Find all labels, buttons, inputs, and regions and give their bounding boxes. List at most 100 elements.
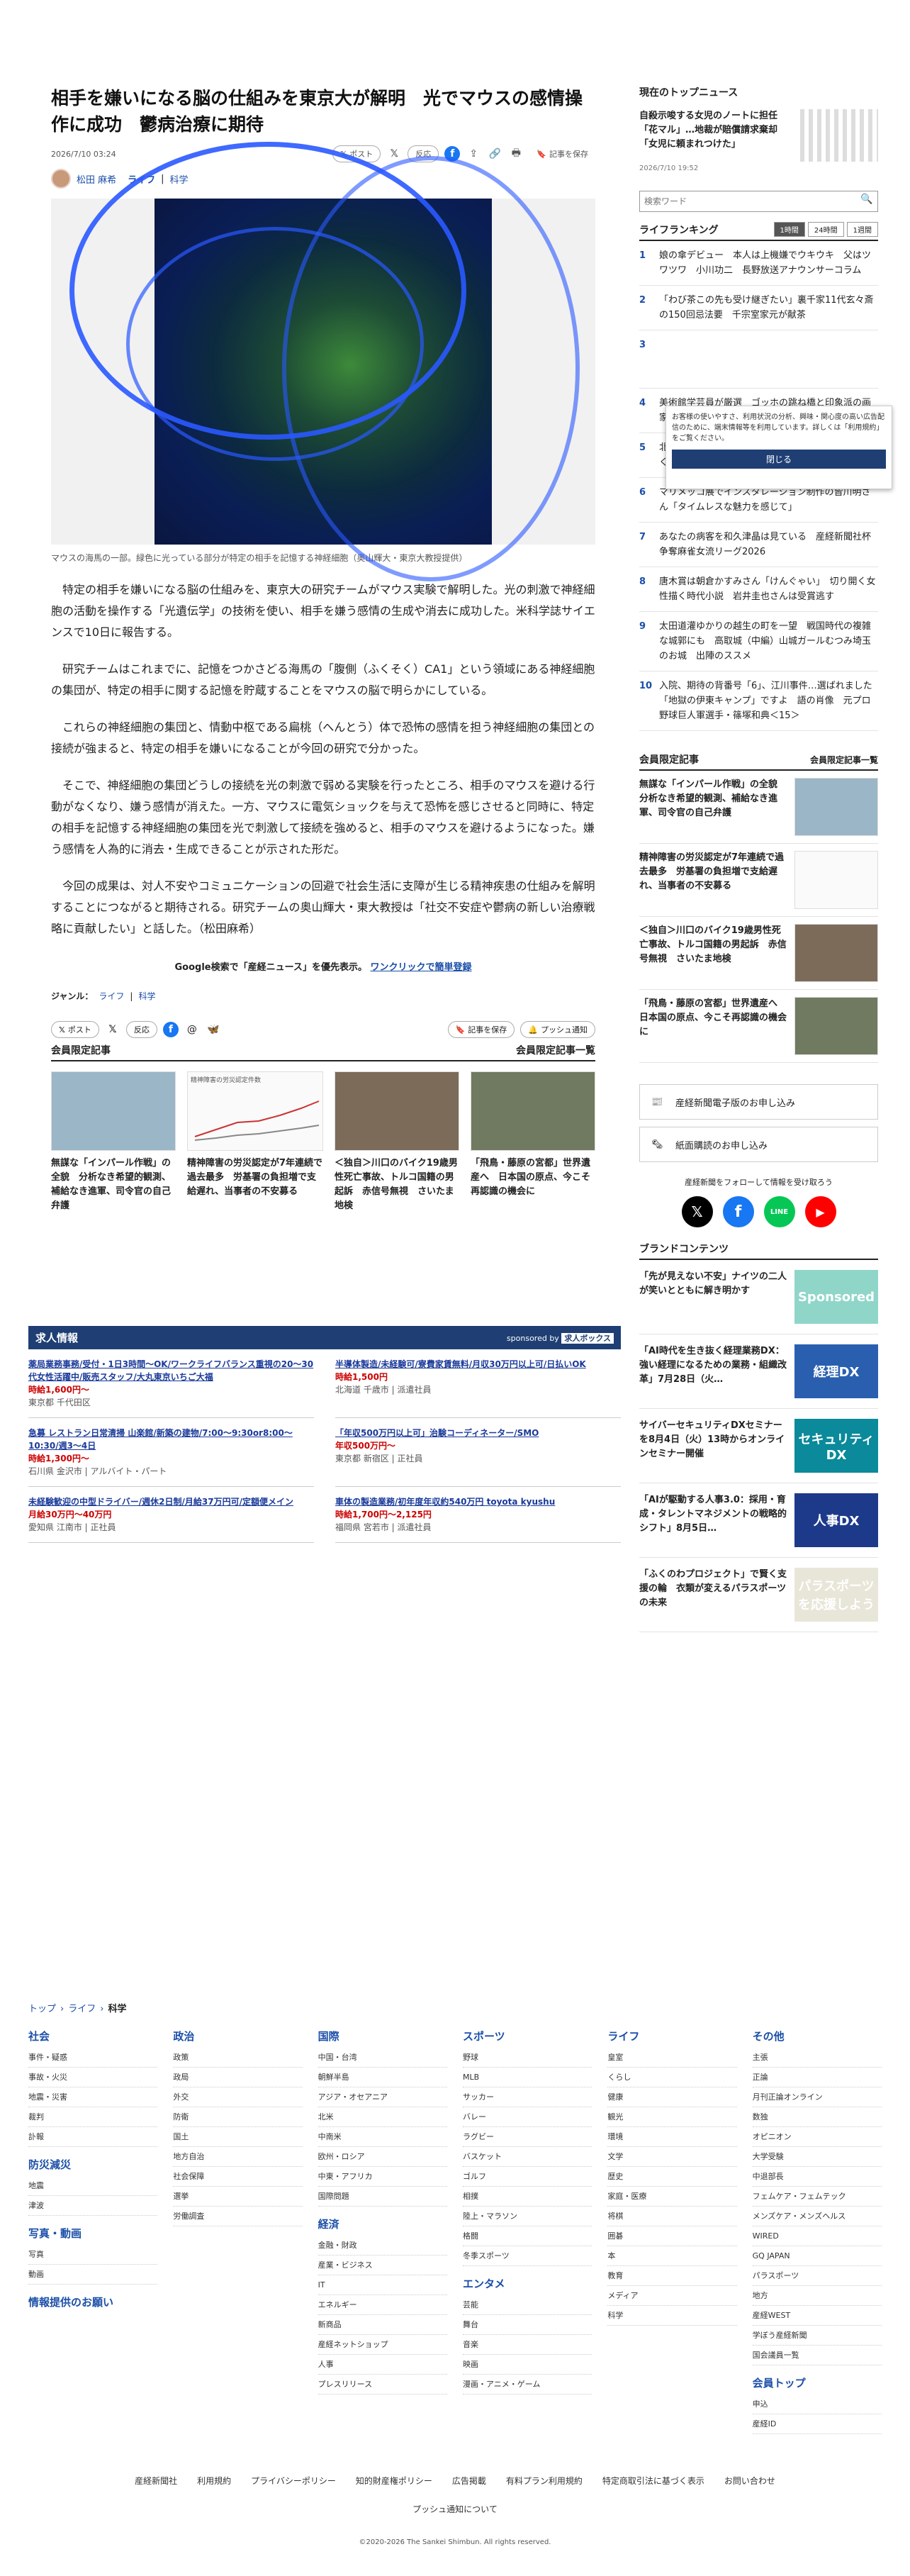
footer-link[interactable]: 産業・ビジネス [318, 2256, 447, 2275]
react-button-bottom[interactable]: 反応 [125, 1021, 157, 1038]
footer-link[interactable]: ラグビー [462, 2127, 592, 2147]
member-article-card[interactable]: 「飛鳥・藤原の宮都」世界遺産へ 日本国の原点、今こそ再認識の機会に [471, 1071, 595, 1213]
footer-link[interactable]: パラスポーツ [752, 2266, 882, 2286]
footer-link[interactable]: 環境 [607, 2127, 737, 2147]
x-post-button-bottom[interactable]: 𝕏 ポスト [51, 1021, 99, 1038]
footer-link[interactable]: 津波 [28, 2196, 158, 2216]
cookie-close-button[interactable]: 閉じる [672, 450, 886, 469]
footer-link[interactable]: 産経WEST [752, 2306, 882, 2326]
footer-link[interactable]: バレー [462, 2107, 592, 2127]
footer-heading[interactable]: 国際 [318, 2029, 447, 2043]
job-listing[interactable]: 薬局業務事務/受付・1日3時間〜OK/ワークライフバランス重視の20〜30代女性… [28, 1349, 314, 1418]
footer-link[interactable]: メディア [607, 2286, 737, 2306]
footer-link[interactable]: 産経ネットショップ [318, 2335, 447, 2355]
ranking-item[interactable]: 8 唐木賞は朝倉かすみさん「けんぐゃい」 切り開く女性描く時代小説 岩井圭也さんは… [639, 567, 878, 612]
footer-link[interactable]: 選挙 [173, 2187, 303, 2207]
footer-heading[interactable]: 写真・動画 [28, 2226, 157, 2241]
breadcrumb-item[interactable]: トップ [28, 2004, 56, 2014]
footer-link[interactable]: 中国・台湾 [318, 2048, 447, 2068]
footer-link[interactable]: 数独 [752, 2107, 882, 2127]
footer-heading[interactable]: 政治 [173, 2029, 302, 2043]
footer-link[interactable]: 北米 [318, 2107, 447, 2127]
footer-heading[interactable]: スポーツ [463, 2029, 592, 2043]
ranking-tab[interactable]: 1時間 [773, 222, 805, 237]
footer-link[interactable]: 教育 [607, 2266, 737, 2286]
youtube-follow-icon[interactable]: ▶ [804, 1196, 836, 1227]
footer-link[interactable]: 中東・アフリカ [318, 2167, 447, 2187]
footer-link[interactable]: 格闘 [462, 2226, 592, 2246]
breadcrumb-item[interactable]: 科学 [108, 2004, 126, 2014]
genre-link-science[interactable]: 科学 [138, 990, 155, 1002]
ranking-item[interactable]: 9 太田道灌ゆかりの越生の町を一望 戦国時代の複雑な城郭にも 高取城（中編）山城ガ… [639, 612, 878, 671]
ranking-item[interactable]: 10 入院、期待の背番号「6」、江川事件…選ばれました「地獄の伊東キャンプ」ですよ… [639, 671, 878, 731]
footer-link[interactable]: 訃報 [28, 2127, 158, 2147]
footer-legal-link[interactable]: 知的財産権ポリシー [356, 2476, 432, 2486]
x-icon[interactable]: 𝕏 [386, 146, 402, 162]
print-icon[interactable]: 🖶 [508, 146, 524, 162]
footer-legal-link[interactable]: 利用規約 [197, 2476, 231, 2486]
footer-link[interactable]: 健康 [607, 2087, 737, 2107]
x-follow-icon[interactable]: 𝕏 [681, 1196, 713, 1227]
footer-link[interactable]: 学ぼう産経新聞 [752, 2326, 882, 2346]
footer-heading[interactable]: ライフ [607, 2029, 736, 2043]
digital-subscribe-button[interactable]: 📰 産経新聞電子版のお申し込み [639, 1084, 878, 1120]
footer-heading[interactable]: 社会 [28, 2029, 157, 2043]
footer-legal-link[interactable]: 広告掲載 [452, 2476, 486, 2486]
footer-link[interactable]: 防衛 [173, 2107, 303, 2127]
footer-link[interactable]: プレスリリース [318, 2375, 447, 2394]
footer-link[interactable]: 裁判 [28, 2107, 158, 2127]
footer-link[interactable]: 申込 [752, 2394, 882, 2414]
brand-content-item[interactable]: 「先が見えない不安」ナイツの二人が笑いとともに解き明かす Sponsored [639, 1260, 878, 1334]
job-listing[interactable]: 「年収500万円以上可」治験コーディネーター/SMO 年収500万円〜 東京都 新宿… [335, 1418, 621, 1487]
footer-link[interactable]: オピニオン [752, 2127, 882, 2147]
side-member-card[interactable]: 精神障害の労災認定が7年連続で過去最多 労基署の負担増で支給遅れ、当事者の不安募… [639, 844, 878, 917]
job-title[interactable]: 薬局業務事務/受付・1日3時間〜OK/ワークライフバランス重視の20〜30代女性… [28, 1358, 314, 1383]
member-article-card[interactable]: ＜独自＞川口のバイク19歳男性死亡事故、トルコ国籍の男起訴 赤信号無視 さいたま… [335, 1071, 459, 1213]
footer-heading[interactable]: エンタメ [463, 2276, 592, 2291]
job-title[interactable]: 車体の製造業務/初年度年収約540万円 toyota kyushu [335, 1495, 621, 1508]
footer-link[interactable]: GQ JAPAN [752, 2246, 882, 2266]
footer-heading[interactable]: 情報提供のお願い [28, 2295, 157, 2309]
footer-link[interactable]: 歴史 [607, 2167, 737, 2187]
footer-link[interactable]: 政策 [173, 2048, 303, 2068]
ranking-item[interactable]: 2 「わび茶この先も受け継ぎたい」裏千家11代玄々斎の150回忌法要 千宗室家元が… [639, 286, 878, 330]
footer-link[interactable]: 文学 [607, 2147, 737, 2167]
link-icon[interactable]: 🔗 [487, 146, 502, 162]
footer-link[interactable]: IT [318, 2275, 447, 2295]
brand-content-item[interactable]: 「ふくのわプロジェクト」で賢く支援の輪 衣類が変えるパラスポーツの未来 パラスポー… [639, 1558, 878, 1632]
footer-link[interactable]: 中退部長 [752, 2167, 882, 2187]
brand-content-item[interactable]: 「AI時代を生き抜く経理業務DX：強い経理になるための業務・組織改革」7月28日… [639, 1334, 878, 1409]
job-title[interactable]: 急募 レストラン日常清掃 山楽館/新築の建物/7:00〜9:30or8:00〜1… [28, 1427, 314, 1452]
footer-link[interactable]: 漫画・アニメ・ゲーム [462, 2375, 592, 2394]
side-member-card[interactable]: 「飛鳥・藤原の宮都」世界遺産へ 日本国の原点、今こそ再認識の機会に [639, 990, 878, 1063]
footer-link[interactable]: 相撲 [462, 2187, 592, 2207]
job-title[interactable]: 半導体製造/未経験可/寮費家賃無料/月収30万円以上可/日払いOK [335, 1358, 621, 1371]
footer-link[interactable]: 事故・火災 [28, 2068, 158, 2087]
footer-link[interactable]: 皇室 [607, 2048, 737, 2068]
side-member-card[interactable]: 無謀な「インパール作戦」の全貌 分析なき希望的観測、補給なき進軍、司令官の自己弁… [639, 771, 878, 844]
x-icon[interactable]: 𝕏 [105, 1022, 120, 1037]
save-article-button-bottom[interactable]: 🔖 記事を保存 [447, 1021, 515, 1038]
footer-link[interactable]: 動画 [28, 2265, 158, 2285]
ranking-item[interactable]: 1 娘の傘デビュー 本人は上機嫌でウキウキ 父はツワツワ 小川功二 長野放送アナウ… [639, 241, 878, 286]
footer-link[interactable]: 芸能 [462, 2295, 592, 2315]
ranking-item[interactable]: 7 あなたの病客を和久津晶は見ている 産経新聞社杯争奪麻雀女流リーグ2026 [639, 523, 878, 567]
facebook-follow-icon[interactable]: f [722, 1196, 754, 1227]
job-title[interactable]: 「年収500万円以上可」治験コーディネーター/SMO [335, 1427, 621, 1439]
footer-link[interactable]: ゴルフ [462, 2167, 592, 2187]
footer-link[interactable]: WIRED [752, 2226, 882, 2246]
paper-subscribe-button[interactable]: 🗞 紙面購読のお申し込み [639, 1127, 878, 1162]
footer-link[interactable]: 冬季スポーツ [462, 2246, 592, 2266]
facebook-icon[interactable]: f [162, 1022, 179, 1037]
share-icon[interactable]: ⇪ [466, 146, 481, 162]
footer-link[interactable]: サッカー [462, 2087, 592, 2107]
footer-link[interactable]: 正論 [752, 2068, 882, 2087]
footer-link[interactable]: 金融・財政 [318, 2236, 447, 2256]
footer-legal-link[interactable]: プライバシーポリシー [251, 2476, 336, 2486]
footer-link[interactable]: 囲碁 [607, 2226, 737, 2246]
footer-heading[interactable]: 防災減災 [28, 2157, 157, 2172]
footer-link[interactable]: 外交 [173, 2087, 303, 2107]
member-article-card[interactable]: 無謀な「インパール作戦」の全貌 分析なき希望的観測、補給なき進軍、司令官の自己弁… [51, 1071, 176, 1213]
footer-link[interactable]: 新商品 [318, 2315, 447, 2335]
footer-link[interactable]: 写真 [28, 2245, 158, 2265]
